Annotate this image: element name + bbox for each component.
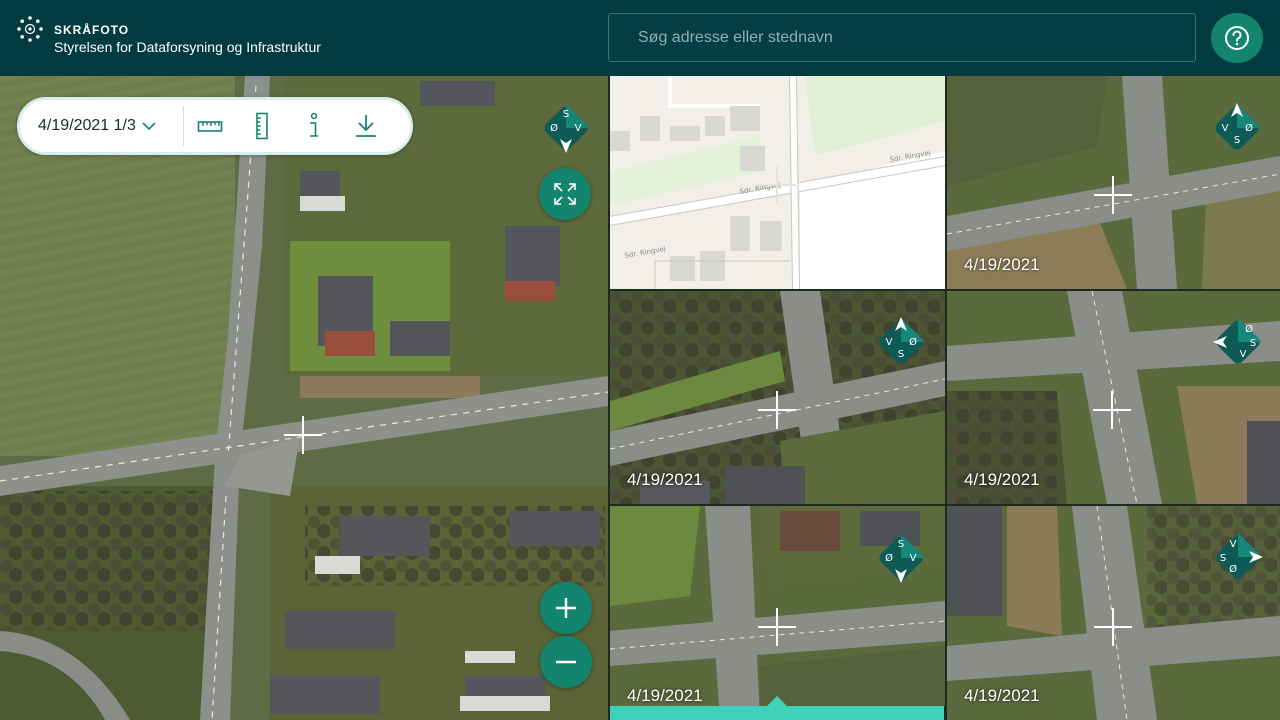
thumbnail-date: 4/19/2021 [964,255,1040,274]
search-input[interactable] [609,14,1195,61]
svg-text:S: S [1234,135,1240,146]
svg-text:V: V [886,337,893,348]
chevron-down-icon [142,122,156,131]
image-toolbar: 4/19/2021 1/3 [17,97,413,155]
svg-text:Ø: Ø [1245,122,1253,134]
fullscreen-icon [554,183,576,205]
svg-text:V: V [910,553,917,564]
svg-text:V: V [1222,123,1229,134]
fullscreen-button[interactable] [539,168,591,220]
date-selector[interactable]: 4/19/2021 1/3 [20,100,183,152]
svg-text:Ø: Ø [885,552,893,564]
svg-text:Ø: Ø [909,336,917,348]
active-thumbnail-notch [767,696,787,706]
info-icon [310,112,318,137]
app-header: SKRÅFOTO Styrelsen for Dataforsyning og … [0,0,1280,76]
download-icon [356,115,376,137]
oblique-thumbnail-4[interactable]: S Ø V 4/19/2021 [610,506,945,706]
svg-text:S: S [898,539,904,550]
oblique-thumbnail-2[interactable]: V Ø S 4/19/2021 [610,291,945,504]
ruler-vertical-icon [256,112,268,140]
logo-icon [17,16,43,42]
zoom-in-button[interactable] [540,582,592,634]
compass-icon: V S Ø [1216,532,1263,579]
compass-icon: Ø S V [1213,317,1263,364]
question-circle-icon [1225,26,1249,50]
oblique-thumbnail-5[interactable]: V S Ø 4/19/2021 [947,506,1280,720]
brand: SKRÅFOTO Styrelsen for Dataforsyning og … [54,22,321,56]
svg-text:S: S [563,109,569,120]
active-thumbnail-indicator [610,706,944,720]
svg-text:S: S [898,349,904,360]
svg-text:V: V [575,123,582,134]
compass-icon: V Ø S [879,317,926,364]
aerial-image [0,76,608,720]
thumbnail-date: 4/19/2021 [627,686,703,705]
measure-distance-button[interactable] [184,100,236,152]
compass-icon: V Ø S [1215,103,1262,150]
thumbnail-date: 4/19/2021 [964,470,1040,489]
date-selector-label: 4/19/2021 1/3 [38,117,136,134]
svg-text:V: V [1240,349,1247,360]
thumbnail-date: 4/19/2021 [627,470,703,489]
main-aerial-view[interactable]: 4/19/2021 1/3 S Ø V [0,76,608,720]
svg-text:S: S [1250,338,1256,349]
svg-text:Ø: Ø [550,122,558,134]
basemap-image: Sdr. Ringvej Sdr. Ringvej Sdr. Ringvej [610,76,945,289]
compass-icon: S Ø V [879,533,926,583]
ruler-horizontal-icon [197,121,223,132]
measure-height-button[interactable] [236,100,288,152]
svg-text:Ø: Ø [1229,563,1237,575]
app-title: SKRÅFOTO [54,23,130,37]
download-button[interactable] [340,100,392,152]
help-button[interactable] [1211,13,1263,63]
search-box[interactable] [608,13,1196,62]
org-name: Styrelsen for Dataforsyning og Infrastru… [54,39,321,55]
oblique-thumbnail-1[interactable]: V Ø S 4/19/2021 [947,76,1280,289]
info-button[interactable] [288,100,340,152]
compass-icon[interactable]: S Ø V [541,103,591,153]
oblique-thumbnail-3[interactable]: Ø S V 4/19/2021 [947,291,1280,504]
svg-text:S: S [1220,553,1226,564]
zoom-in-icon [556,598,576,618]
zoom-out-icon [556,660,576,664]
svg-text:V: V [1230,539,1237,550]
basemap-tile[interactable]: Sdr. Ringvej Sdr. Ringvej Sdr. Ringvej [610,76,945,289]
zoom-out-button[interactable] [540,636,592,688]
svg-text:Ø: Ø [1245,323,1253,335]
thumbnail-date: 4/19/2021 [964,686,1040,705]
